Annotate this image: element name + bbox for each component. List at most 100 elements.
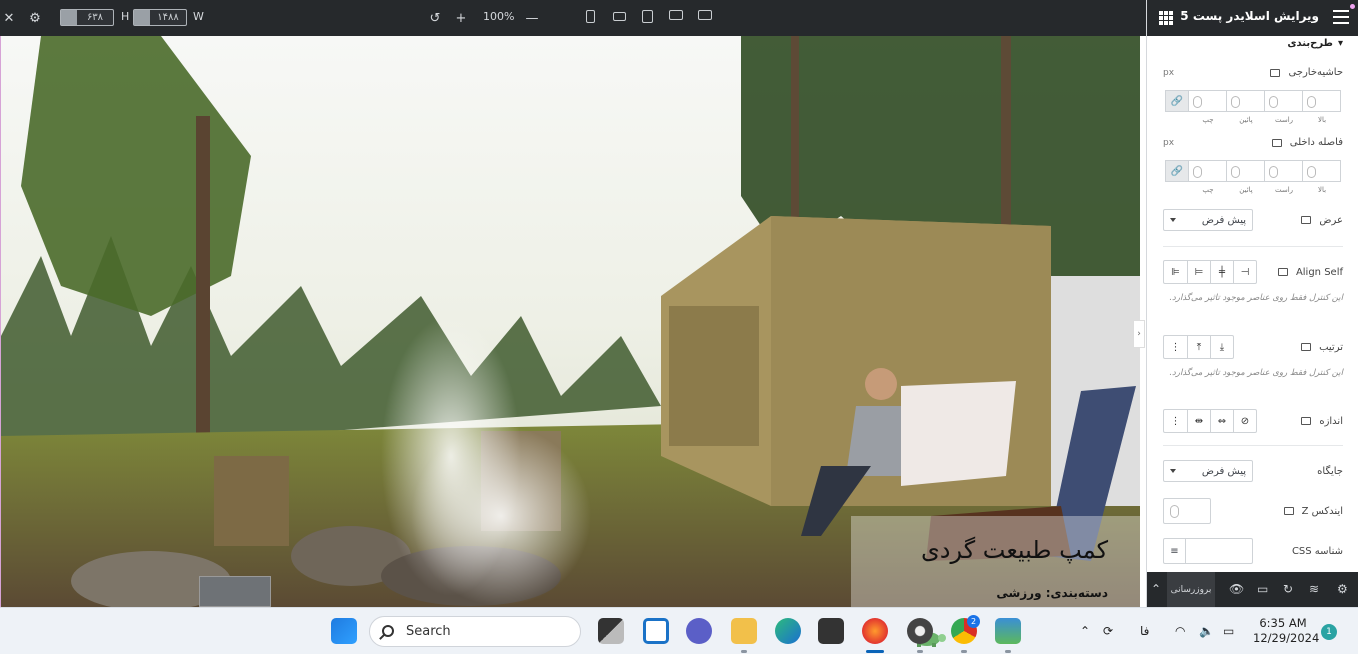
eye-icon[interactable]: 👁 [1229,582,1244,596]
size-shrink-icon[interactable]: ⇹ [1187,410,1210,432]
collapse-panel-chevron-icon[interactable]: › [1133,320,1145,348]
firefox-icon[interactable] [862,618,888,644]
align-end-icon[interactable]: ⊨ [1187,261,1210,283]
volume-icon[interactable]: 🔈 [1199,624,1214,638]
padding-right-input[interactable] [1265,160,1303,182]
padding-bottom-input[interactable] [1227,160,1265,182]
margin-right-input[interactable] [1265,90,1303,112]
align-center-icon[interactable]: ╪ [1210,261,1233,283]
margin-top-input[interactable] [1303,90,1341,112]
taskbar-search[interactable]: Search [369,616,946,647]
widgets-grid-icon[interactable] [1159,11,1173,25]
clock-time: 6:35 AM [1259,616,1307,630]
more-options-icon[interactable]: ⋮ [1164,410,1187,432]
settings-gear-icon[interactable]: ⚙ [1337,582,1348,596]
padding-top-input[interactable] [1303,160,1341,182]
teams-chat-icon[interactable] [686,618,712,644]
chevron-up-icon[interactable]: ⌃ [1151,582,1161,596]
mobile-landscape-icon[interactable] [613,12,626,21]
margin-direction-labels: چپ پائین راست بالا [1165,116,1341,124]
layers-icon[interactable]: ≋ [1309,582,1319,596]
more-options-icon[interactable]: ⋮ [1164,336,1187,358]
padding-inputs: 🔗 [1165,160,1341,182]
align-stretch-icon[interactable]: ⊫ [1164,261,1187,283]
width-input[interactable]: ۱۴۸۸ [133,9,187,26]
margin-bottom-input[interactable] [1227,90,1265,112]
zoom-out-icon[interactable]: — [523,9,541,27]
undo-icon[interactable]: ↺ [426,9,444,27]
monitor-icon[interactable] [1271,138,1282,147]
order-label: ترتیب [1319,341,1343,353]
store-icon[interactable] [818,618,844,644]
zindex-input[interactable] [1163,498,1211,524]
language-indicator[interactable]: فا [1140,624,1149,638]
slide-title[interactable]: کمپ طبیعت گردی [921,536,1108,564]
history-icon[interactable]: ↻ [1283,582,1293,596]
monitor-icon[interactable] [1270,68,1281,77]
windows-start-icon[interactable] [331,618,357,644]
show-hidden-icons-chevron-icon[interactable]: ⌃ [1080,624,1090,638]
link-values-icon[interactable]: 🔗 [1165,90,1189,112]
divider [1163,445,1343,446]
widgets-icon[interactable] [643,618,669,644]
position-select[interactable]: پیش فرض [1163,460,1253,482]
size-grow-icon[interactable]: ⇔ [1210,410,1233,432]
laptop-icon[interactable] [669,10,683,20]
system-clock[interactable]: 6:35 AM 12/29/2024 [1253,616,1319,646]
tablet-icon[interactable] [642,10,653,23]
section-layout-header[interactable]: ▾ طرح‌بندی [1287,38,1343,49]
css-id-input[interactable]: ≡ [1163,538,1253,564]
width-row: عرض پیش فرض [1163,209,1343,231]
monitor-icon[interactable] [1283,507,1294,515]
margin-unit[interactable]: px [1163,68,1174,78]
margin-left-input[interactable] [1189,90,1227,112]
padding-left-input[interactable] [1189,160,1227,182]
sync-icon[interactable]: ⟳ [1103,624,1113,638]
dir-top-label: بالا [1317,116,1327,124]
notification-badge[interactable]: 1 [1321,624,1337,640]
monitor-icon[interactable] [1301,417,1312,425]
file-explorer-icon[interactable] [731,618,757,644]
zoom-in-icon[interactable]: + [452,9,470,27]
chrome-running-indicator [961,650,967,653]
photos-icon[interactable] [995,618,1021,644]
update-button[interactable]: بروزرسانی [1167,572,1215,607]
align-note: این کنترل فقط روی عناصر موجود تاثیر می‌گ… [1169,293,1343,303]
editor-window: ✕ ⚙ ۶۳۸ H ۱۴۸۸ W ↺ + 100% — کمپ طبیعت گر… [0,0,1358,654]
desktop-icon[interactable] [698,10,712,20]
settings-panel: ویرایش اسلایدر پست 5 ▾ طرح‌بندی حاشیه‌خا… [1146,0,1358,607]
caret-down-icon [1170,469,1176,473]
dir-bottom-label: پائین [1239,186,1253,194]
order-note: این کنترل فقط روی عناصر موجود تاثیر می‌گ… [1169,368,1343,378]
wifi-icon[interactable]: ◠ [1175,624,1185,638]
database-icon[interactable]: ≡ [1164,539,1186,563]
link-values-icon[interactable]: 🔗 [1165,160,1189,182]
align-self-buttons: ⊫ ⊨ ╪ ⊣ [1163,260,1257,284]
slide-category[interactable]: دسته‌بندی: ورزشی [996,586,1108,600]
gear-icon[interactable]: ⚙ [26,9,44,27]
slide-background-image [1,36,1141,607]
task-view-icon[interactable] [598,618,624,644]
size-none-icon[interactable]: ⊘ [1233,410,1256,432]
explorer-running-indicator [741,650,747,653]
width-select[interactable]: پیش فرض [1163,209,1253,231]
monitor-icon[interactable] [1277,268,1288,276]
height-input[interactable]: ۶۳۸ [60,9,114,26]
edge-browser-icon[interactable] [775,618,801,644]
battery-icon[interactable]: ▭ [1223,624,1234,638]
css-id-row: شناسه CSS ≡ [1163,538,1343,564]
order-buttons: ⋮ ⤒ ⤓ [1163,335,1234,359]
monitor-icon[interactable] [1301,343,1312,351]
mobile-portrait-icon[interactable] [586,10,595,23]
order-first-icon[interactable]: ⤒ [1187,336,1210,358]
hamburger-menu-icon[interactable] [1333,10,1349,24]
media-player-icon[interactable] [907,618,933,644]
order-last-icon[interactable]: ⤓ [1210,336,1233,358]
responsive-icon[interactable]: ▭ [1257,582,1268,596]
padding-unit[interactable]: px [1163,138,1174,148]
search-placeholder: Search [406,624,451,639]
close-icon[interactable]: ✕ [0,9,18,27]
align-start-icon[interactable]: ⊣ [1233,261,1256,283]
position-label: جایگاه [1317,465,1343,477]
monitor-icon[interactable] [1301,216,1312,224]
